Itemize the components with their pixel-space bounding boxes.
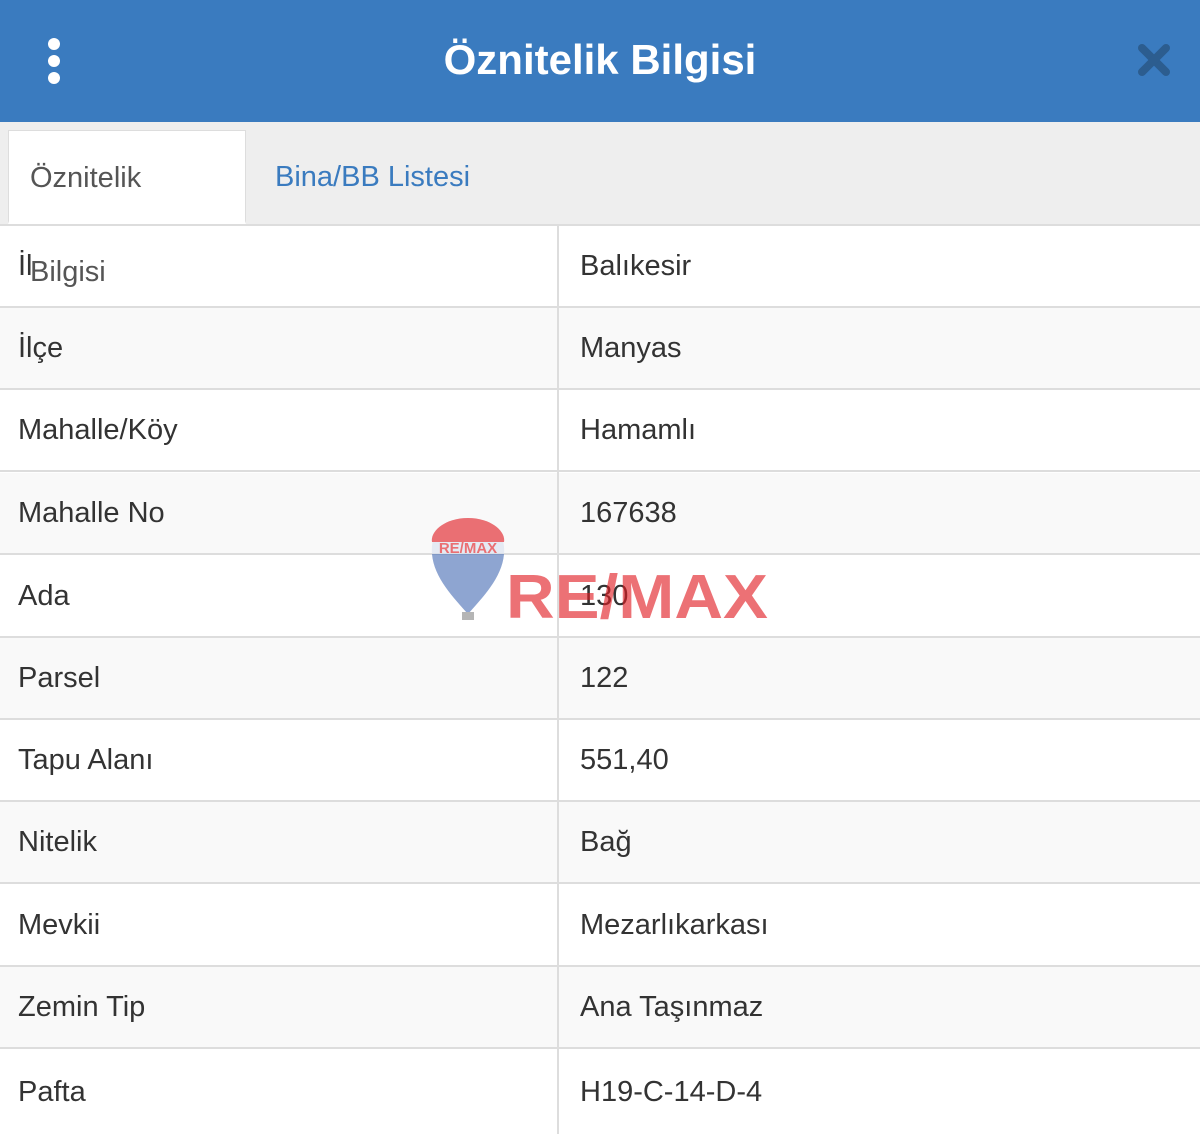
attribute-value: Ana Taşınmaz bbox=[580, 991, 764, 1023]
tab-bar: Öznitelik Bilgisi Bina/BB Listesi bbox=[0, 122, 1200, 288]
attribute-value: 122 bbox=[580, 662, 629, 694]
tab-bina-bb-listesi[interactable]: Bina/BB Listesi bbox=[254, 130, 491, 224]
attribute-table: İl Balıkesir İlçe Manyas Mahalle/Köy Ham… bbox=[0, 226, 1200, 1134]
tab-oznitelik-bilgisi[interactable]: Öznitelik Bilgisi bbox=[8, 130, 246, 288]
attribute-key: İl bbox=[18, 250, 33, 282]
table-row: Tapu Alanı 551,40 bbox=[0, 720, 1200, 802]
attribute-value: 130 bbox=[580, 580, 629, 612]
attribute-value: Bağ bbox=[580, 826, 632, 858]
table-row: İl Balıkesir bbox=[0, 226, 1200, 308]
dialog-title: Öznitelik Bilgisi bbox=[443, 36, 757, 83]
table-row: Nitelik Bağ bbox=[0, 802, 1200, 884]
attribute-key: İlçe bbox=[18, 332, 64, 364]
attribute-key: Tapu Alanı bbox=[18, 744, 154, 776]
table-row: Mahalle No 167638 bbox=[0, 473, 1200, 555]
close-icon[interactable] bbox=[1134, 40, 1174, 80]
close-x-glyph bbox=[1138, 44, 1170, 76]
table-row: Pafta H19-C-14-D-4 bbox=[0, 1052, 1200, 1134]
table-row: İlçe Manyas bbox=[0, 308, 1200, 390]
attribute-value: 551,40 bbox=[580, 744, 669, 776]
attribute-key: Nitelik bbox=[18, 826, 97, 858]
table-row: Zemin Tip Ana Taşınmaz bbox=[0, 967, 1200, 1049]
attribute-key: Parsel bbox=[18, 662, 101, 694]
attribute-key: Ada bbox=[18, 580, 70, 612]
table-row: Mahalle/Köy Hamamlı bbox=[0, 390, 1200, 472]
table-row: Ada 130 bbox=[0, 556, 1200, 638]
attribute-key: Mevkii bbox=[18, 909, 101, 941]
attribute-value: 167638 bbox=[580, 497, 677, 529]
attribute-key: Mahalle No bbox=[18, 497, 165, 529]
attribute-key: Pafta bbox=[18, 1076, 86, 1108]
attribute-key: Mahalle/Köy bbox=[18, 414, 178, 446]
attribute-key: Zemin Tip bbox=[18, 991, 146, 1023]
table-row: Parsel 122 bbox=[0, 638, 1200, 720]
column-divider bbox=[557, 226, 559, 1134]
attribute-value: Balıkesir bbox=[580, 250, 692, 282]
dialog-header: Öznitelik Bilgisi bbox=[0, 0, 1200, 122]
attribute-value: Manyas bbox=[580, 332, 682, 364]
attribute-value: Mezarlıkarkası bbox=[580, 909, 769, 941]
table-row: Mevkii Mezarlıkarkası bbox=[0, 885, 1200, 967]
attribute-value: H19-C-14-D-4 bbox=[580, 1076, 763, 1108]
attribute-value: Hamamlı bbox=[580, 414, 697, 446]
